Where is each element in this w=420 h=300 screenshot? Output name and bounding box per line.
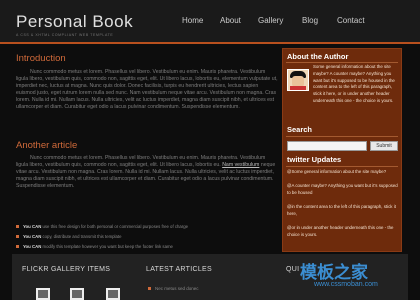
- site-header: Personal Book A CSS & XHTML COMPLIANT WE…: [0, 0, 420, 42]
- gallery-thumbnail[interactable]: [70, 288, 84, 300]
- tweet-item: @Some general information about the site…: [287, 169, 387, 174]
- search-submit-button[interactable]: Submit: [370, 141, 398, 151]
- gallery-heading: FLICKR GALLERY ITEMS: [22, 266, 111, 273]
- article-link[interactable]: Nam vestibulum: [222, 162, 259, 168]
- sidebar-divider: [286, 166, 398, 167]
- site-tagline: A CSS & XHTML COMPLIANT WEB TEMPLATE: [16, 33, 114, 37]
- twitter-heading: twitter Updates: [287, 155, 342, 164]
- bullet-text: use this free design for both personal o…: [42, 224, 188, 229]
- tweet-item: @or in under another header underneath t…: [287, 225, 394, 237]
- gallery-thumbnail[interactable]: [36, 288, 50, 300]
- tweet-item: @in the content area to the left of this…: [287, 204, 396, 216]
- sidebar-divider: [286, 62, 398, 63]
- avatar-shirt: [290, 86, 306, 90]
- bullet-strong: You CAN: [23, 224, 42, 229]
- nav-contact[interactable]: Contact: [337, 16, 365, 25]
- articles-heading: LATEST ARTICLES: [146, 266, 212, 273]
- nav-home[interactable]: Home: [182, 16, 203, 25]
- bullet-text: copy, distribute and transmit this templ…: [42, 234, 122, 239]
- bullet-strong: You CAN: [23, 234, 42, 239]
- watermark: 模板之家 www.cssmoban.com: [300, 258, 420, 300]
- bullet-item: You CAN modify this template however you…: [16, 244, 173, 249]
- bullet-item: You CAN copy, distribute and transmit th…: [16, 234, 122, 239]
- gallery-thumbnail[interactable]: [106, 288, 120, 300]
- article-heading: Another article: [16, 140, 78, 151]
- about-heading: About the Author: [287, 52, 349, 61]
- watermark-logo: 模板之家: [300, 263, 368, 282]
- nav-gallery[interactable]: Gallery: [258, 16, 283, 25]
- quick-heading: QUI: [286, 266, 300, 273]
- intro-heading: Introduction: [16, 53, 66, 64]
- bullet-item: You CAN use this free design for both pe…: [16, 224, 188, 229]
- watermark-url: www.cssmoban.com: [314, 281, 378, 288]
- bullet-text: modify this template however you want bu…: [42, 244, 173, 249]
- about-text: Some general information about the site …: [313, 64, 395, 103]
- bullet-strong: You CAN: [23, 244, 42, 249]
- search-input[interactable]: [287, 141, 367, 151]
- intro-paragraph: Nunc commodo metus et lorem. Phasellus v…: [16, 69, 278, 110]
- nav-blog[interactable]: Blog: [302, 16, 318, 25]
- nav-about[interactable]: About: [220, 16, 241, 25]
- search-heading: Search: [287, 125, 313, 134]
- sidebar: About the Author Some general informatio…: [282, 48, 402, 252]
- article-paragraph: Nunc commodo metus et lorem. Phasellus v…: [16, 155, 278, 218]
- author-avatar: [287, 69, 309, 91]
- sidebar-divider: [286, 136, 398, 137]
- site-logo[interactable]: Personal Book: [16, 12, 133, 32]
- tweet-item: @A counter maybe? Anything you want but …: [287, 183, 398, 195]
- latest-article-link[interactable]: Nec metus sed donec: [148, 286, 199, 291]
